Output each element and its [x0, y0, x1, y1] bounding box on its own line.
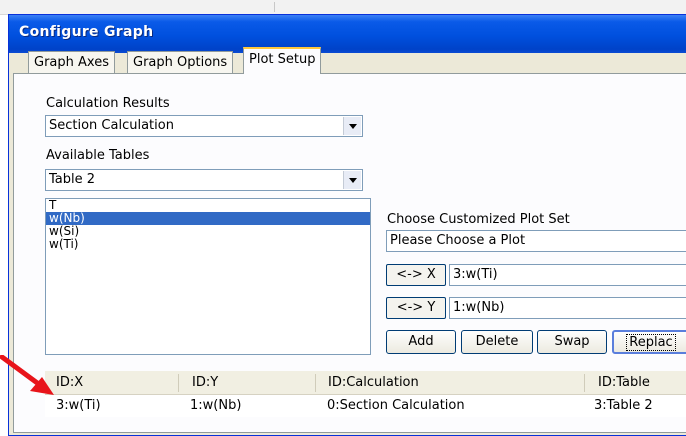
plot-grid-header: ID:X ID:Y ID:Calculation ID:Table	[45, 371, 686, 395]
plot-set-select[interactable]: Please Choose a Plot	[386, 230, 686, 252]
replace-button[interactable]: Replac	[612, 330, 686, 354]
x-variable-field[interactable]: 3:w(Ti)	[449, 264, 686, 286]
plot-set-value: Please Choose a Plot	[390, 233, 526, 248]
column-header-id-table[interactable]: ID:Table	[598, 371, 650, 395]
cell-id-table: 3:Table 2	[594, 398, 653, 413]
column-divider[interactable]	[584, 374, 585, 392]
choose-plot-set-label: Choose Customized Plot Set	[387, 212, 570, 227]
calculation-results-label: Calculation Results	[46, 96, 170, 111]
variables-listbox[interactable]: T w(Nb) w(Si) w(Ti)	[45, 198, 371, 355]
chevron-down-icon[interactable]	[343, 171, 361, 189]
calculation-results-value: Section Calculation	[49, 118, 174, 133]
available-tables-select[interactable]: Table 2	[45, 169, 363, 191]
column-divider[interactable]	[315, 374, 316, 392]
cell-id-y: 1:w(Nb)	[190, 398, 242, 413]
list-item[interactable]: w(Ti)	[46, 238, 370, 251]
add-button[interactable]: Add	[386, 330, 456, 354]
list-item-selected[interactable]: w(Nb)	[46, 212, 370, 225]
column-header-id-calculation[interactable]: ID:Calculation	[328, 371, 419, 395]
annotation-arrow-icon	[0, 355, 54, 395]
calculation-results-select[interactable]: Section Calculation	[45, 115, 363, 137]
background-divider	[274, 2, 275, 12]
tab-graph-axes[interactable]: Graph Axes	[28, 51, 115, 73]
assign-y-button[interactable]: <-> Y	[386, 297, 446, 319]
background-window-strip	[0, 0, 686, 15]
column-divider[interactable]	[178, 374, 179, 392]
table-row[interactable]: 3:w(Ti) 1:w(Nb) 0:Section Calculation 3:…	[45, 395, 686, 417]
window-title: Configure Graph	[19, 24, 154, 40]
delete-button[interactable]: Delete	[461, 330, 533, 354]
assign-x-button[interactable]: <-> X	[386, 264, 446, 286]
chevron-down-icon[interactable]	[343, 117, 361, 135]
replace-button-label: Replac	[626, 334, 676, 351]
tab-plot-setup[interactable]: Plot Setup	[243, 47, 322, 74]
swap-button[interactable]: Swap	[537, 330, 607, 354]
list-item[interactable]: w(Si)	[46, 225, 370, 238]
available-tables-label: Available Tables	[46, 148, 150, 163]
list-item[interactable]: T	[46, 199, 370, 212]
title-bar[interactable]: Configure Graph	[9, 15, 686, 53]
tab-graph-options[interactable]: Graph Options	[127, 51, 234, 73]
column-header-id-y[interactable]: ID:Y	[192, 371, 218, 395]
y-variable-field[interactable]: 1:w(Nb)	[449, 297, 686, 319]
column-header-id-x[interactable]: ID:X	[56, 371, 83, 395]
cell-id-calculation: 0:Section Calculation	[327, 398, 465, 413]
available-tables-value: Table 2	[49, 172, 96, 187]
cell-id-x: 3:w(Ti)	[56, 398, 101, 413]
